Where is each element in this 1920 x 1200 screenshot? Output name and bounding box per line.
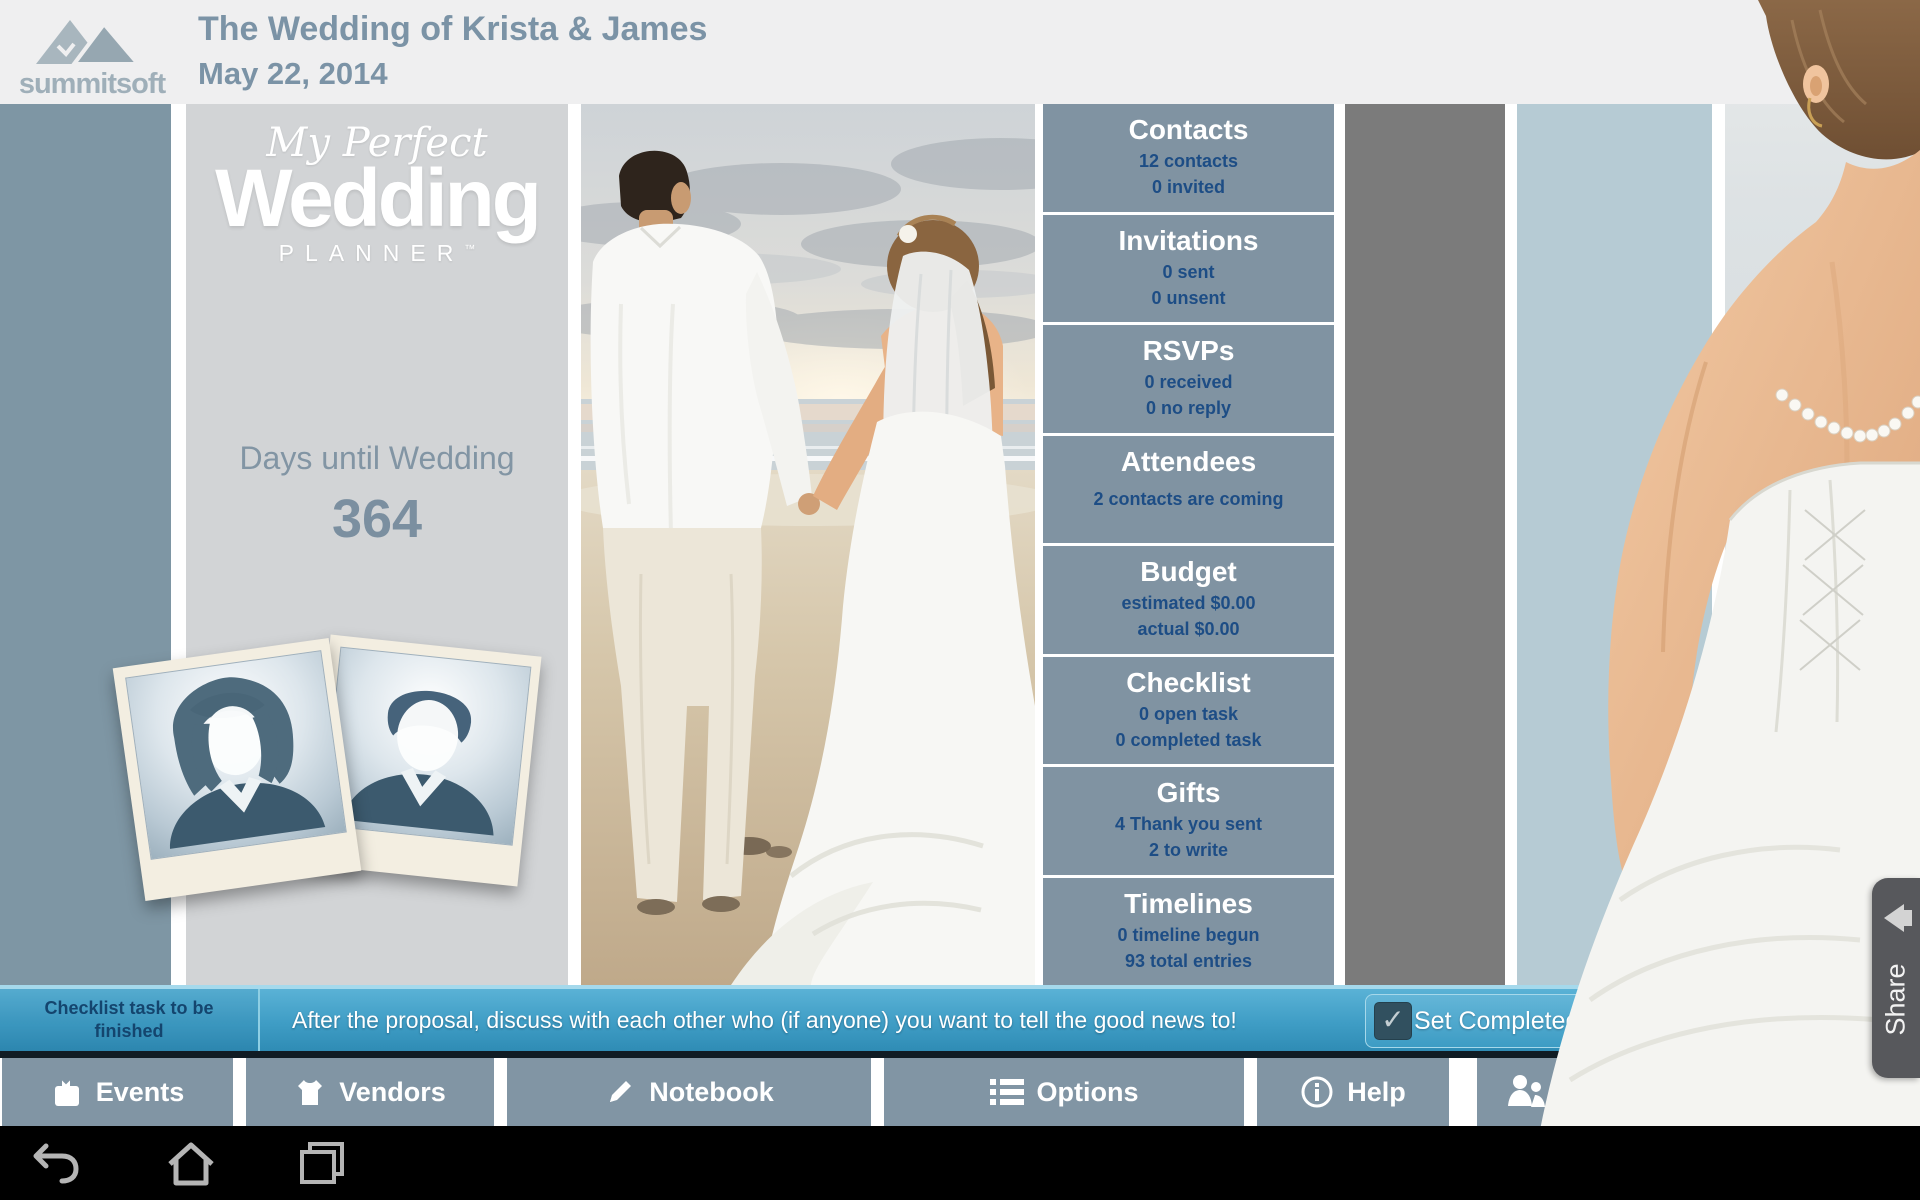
share-tab[interactable]: Share [1872, 878, 1920, 1078]
stat-tile-gifts[interactable]: Gifts 4 Thank you sent 2 to write [1043, 767, 1334, 875]
help-button[interactable]: Help [1257, 1058, 1449, 1126]
stat-tile-budget[interactable]: Budget estimated $0.00 actual $0.00 [1043, 546, 1334, 654]
home-icon[interactable] [160, 1140, 222, 1186]
set-completed-button[interactable]: ✓ Set Completed [1365, 994, 1605, 1048]
stat-tile-contacts[interactable]: Contacts 12 contacts 0 invited [1043, 104, 1334, 212]
brand-wordmark: Wedding [186, 160, 568, 238]
task-banner-message: After the proposal, discuss with each ot… [292, 989, 1237, 1051]
beach-couple-photo [581, 104, 1035, 985]
events-button[interactable]: Events [2, 1058, 233, 1126]
shirt-icon [294, 1076, 326, 1108]
stat-tile-timelines[interactable]: Timelines 0 timeline begun 93 total entr… [1043, 878, 1334, 986]
header: summitsoft The Wedding of Krista & James… [0, 0, 1800, 104]
recent-apps-icon[interactable] [292, 1140, 354, 1186]
stat-tile-checklist[interactable]: Checklist 0 open task 0 completed task [1043, 657, 1334, 765]
app-brand: My Perfect Wedding PLANNER™ [186, 120, 568, 267]
android-system-bar: 10:40 ! [0, 1126, 1920, 1200]
vendors-button[interactable]: Vendors [246, 1058, 494, 1126]
dark-gray-column [1345, 104, 1505, 985]
trademark: ™ [464, 243, 475, 255]
checklist-task-banner: Checklist task to be finished After the … [0, 985, 1920, 1051]
countdown-label: Days until Wedding [186, 440, 568, 477]
task-banner-label: Checklist task to be finished [0, 989, 260, 1051]
stat-tile-rsvps[interactable]: RSVPs 0 received 0 no reply [1043, 325, 1334, 433]
set-completed-label: Set Completed [1414, 1007, 1579, 1036]
banner-divider [0, 1051, 1920, 1058]
info-icon [1300, 1075, 1334, 1109]
stats-sidebar: Contacts 12 contacts 0 invited Invitatio… [1043, 104, 1334, 985]
wedding-date: May 22, 2014 [198, 56, 388, 92]
people-icon [1505, 1074, 1549, 1110]
contacts-button[interactable] [1477, 1058, 1920, 1126]
pencil-icon [604, 1076, 636, 1108]
list-icon [990, 1077, 1024, 1107]
bottom-toolbar: Events Vendors Notebook Options [0, 1058, 1920, 1126]
arrow-left-icon [1884, 904, 1904, 932]
countdown-value: 364 [186, 488, 568, 550]
gift-icon [51, 1076, 83, 1108]
notebook-button[interactable]: Notebook [507, 1058, 871, 1126]
stat-tile-attendees[interactable]: Attendees 2 contacts are coming [1043, 436, 1334, 544]
bride-polaroid-photo[interactable] [113, 638, 362, 901]
wedding-planner-app: summitsoft The Wedding of Krista & James… [0, 0, 1920, 1200]
back-icon[interactable] [28, 1140, 90, 1186]
light-blue-column [1517, 104, 1712, 985]
bride-avatar [125, 650, 347, 860]
set-completed-checkbox[interactable]: ✓ [1374, 1002, 1412, 1040]
stat-tile-invitations[interactable]: Invitations 0 sent 0 unsent [1043, 215, 1334, 323]
page-title: The Wedding of Krista & James [198, 10, 707, 49]
summitsoft-logo: summitsoft [8, 6, 168, 98]
logo-text: summitsoft [12, 68, 172, 101]
share-label: Share [1881, 988, 1912, 1036]
options-button[interactable]: Options [884, 1058, 1244, 1126]
